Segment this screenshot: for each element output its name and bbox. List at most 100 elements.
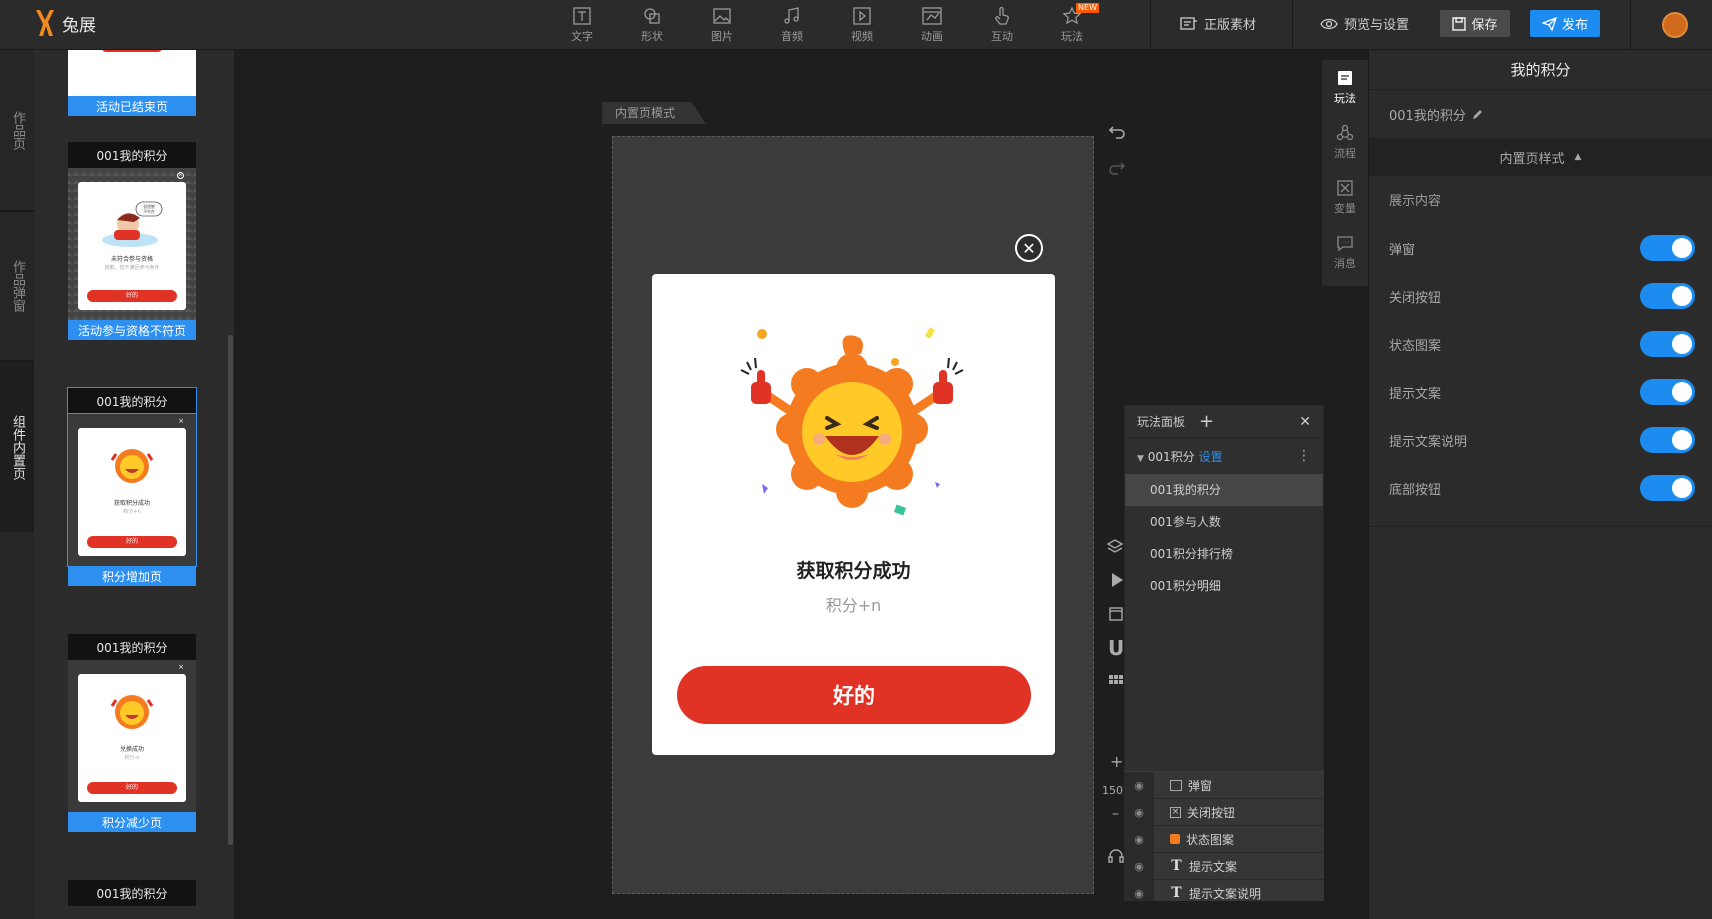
- mode-tab[interactable]: 内置页模式: [602, 102, 706, 124]
- play-icon[interactable]: [1110, 572, 1124, 588]
- close-icon: ×: [178, 417, 184, 425]
- thumbnail-label: 积分增加页: [68, 566, 196, 586]
- toggle-row: 提示文案说明: [1369, 416, 1712, 464]
- tool-play[interactable]: NEW 玩法: [1047, 3, 1099, 44]
- user-avatar[interactable]: [1662, 12, 1688, 38]
- toggle-row: 提示文案: [1369, 368, 1712, 416]
- thumbnail-item-selected[interactable]: 001我的积分 获取积分成功 积分+n 好的 × 积分增加页: [67, 387, 197, 586]
- play-item[interactable]: 001积分明细: [1125, 570, 1323, 602]
- publish-button[interactable]: 发布: [1530, 10, 1600, 37]
- caret-up-icon: ▲: [1574, 152, 1582, 162]
- thumbnail-item[interactable]: 活动已结束页: [68, 50, 196, 116]
- thumbnail-item[interactable]: 001我的积分: [68, 880, 196, 906]
- layer-name: 提示文案: [1189, 859, 1238, 874]
- close-icon[interactable]: ✕: [1299, 414, 1311, 430]
- popup-toggle[interactable]: [1640, 235, 1695, 261]
- eye-icon[interactable]: ◉: [1124, 806, 1154, 819]
- layer-row[interactable]: ◉ 状态图案: [1124, 826, 1324, 853]
- floppy-icon: [1452, 16, 1467, 31]
- licensed-assets-link[interactable]: 正版素材: [1180, 14, 1256, 33]
- bottom-button-toggle[interactable]: [1640, 475, 1695, 501]
- tool-shape[interactable]: 形状: [627, 4, 677, 44]
- zoom-in-icon[interactable]: +: [1110, 752, 1123, 771]
- tool-image[interactable]: 图片: [697, 4, 747, 44]
- eye-icon[interactable]: ◉: [1124, 833, 1154, 846]
- grid-icon[interactable]: [1108, 674, 1124, 690]
- tool-label: 玩法: [1061, 30, 1083, 43]
- thumbnail-card: 获取积分成功 积分+n 好的: [78, 428, 186, 556]
- play-item[interactable]: 001参与人数: [1125, 506, 1323, 538]
- frame-icon[interactable]: [1108, 606, 1124, 622]
- save-button[interactable]: 保存: [1440, 10, 1510, 37]
- layer-row[interactable]: ◉ × 关闭按钮: [1124, 799, 1324, 826]
- redo-icon[interactable]: [1108, 160, 1126, 176]
- tool-animation[interactable]: 动画: [907, 4, 957, 44]
- tab-works-popups[interactable]: 作品弹窗: [0, 212, 34, 360]
- thumbnail-scrollbar[interactable]: [228, 335, 233, 845]
- tool-video[interactable]: 视频: [837, 4, 887, 44]
- section-label: 展示内容: [1389, 194, 1442, 209]
- component-name[interactable]: 001我的积分: [1369, 90, 1712, 138]
- close-button-toggle[interactable]: [1640, 283, 1695, 309]
- text-layer-icon: T: [1171, 885, 1182, 901]
- eye-icon[interactable]: ◉: [1124, 779, 1154, 792]
- popup-modal[interactable]: 获取积分成功 积分+n 好的: [652, 274, 1055, 755]
- pencil-icon[interactable]: [1472, 108, 1484, 120]
- caret-down-icon: ▼: [1137, 453, 1144, 464]
- layer-row[interactable]: ◉ T 提示文案: [1124, 853, 1324, 880]
- play-item[interactable]: 001积分排行榜: [1125, 538, 1323, 570]
- play-item[interactable]: 001我的积分: [1125, 474, 1323, 506]
- undo-icon[interactable]: [1108, 124, 1126, 140]
- hint-text-toggle[interactable]: [1640, 379, 1695, 405]
- headset-icon[interactable]: [1108, 848, 1124, 864]
- eye-icon[interactable]: ◉: [1124, 860, 1154, 873]
- flow-icon: [1336, 124, 1354, 141]
- preview-settings-link[interactable]: 预览与设置: [1320, 14, 1409, 33]
- thumbnail-card-text: 兑换成功: [119, 746, 144, 753]
- modal-title: 获取积分成功: [796, 560, 911, 582]
- status-pattern-toggle[interactable]: [1640, 331, 1695, 357]
- tool-audio[interactable]: 音频: [767, 4, 817, 44]
- thumbnail-title: 001我的积分: [68, 634, 196, 660]
- image-layer-icon: [1170, 834, 1180, 844]
- new-badge: NEW: [1076, 3, 1099, 13]
- image-icon: [713, 8, 731, 24]
- more-vertical-icon[interactable]: ⋮: [1297, 448, 1311, 464]
- side-tab-variable[interactable]: 变量: [1322, 170, 1368, 225]
- popup-close-button[interactable]: ✕: [1015, 234, 1043, 262]
- licensed-assets-label: 正版素材: [1204, 18, 1257, 33]
- tool-label: 形状: [641, 30, 663, 43]
- thumb-button: [102, 50, 162, 52]
- tab-component-pages[interactable]: 组件内置页: [0, 362, 34, 532]
- tool-interact[interactable]: 互动: [977, 4, 1027, 44]
- underline-icon[interactable]: U: [1108, 636, 1124, 660]
- thumbnail-item[interactable]: 001我的积分 很遗憾 不符合 未符合参与资格 抱歉，您不满足参与条件 好的 ×…: [68, 142, 196, 340]
- close-icon: ×: [177, 172, 184, 179]
- play-group-settings-link[interactable]: 设置: [1199, 450, 1223, 464]
- thumbnail-card-button: 好的: [87, 782, 177, 794]
- zoom-out-icon[interactable]: –: [1112, 806, 1119, 822]
- layer-row[interactable]: ◉ T 提示文案说明: [1124, 880, 1324, 901]
- layer-row[interactable]: ◉ 弹窗: [1124, 772, 1324, 799]
- play-group[interactable]: ▼ 001积分 设置 ⋮: [1125, 438, 1323, 474]
- tab-works-pages[interactable]: 作品页: [0, 50, 34, 210]
- layers-icon[interactable]: [1106, 538, 1124, 556]
- thumbnail-card-text: 未符合参与资格: [110, 256, 153, 263]
- toggle-row: 状态图案: [1369, 320, 1712, 368]
- eye-icon[interactable]: ◉: [1124, 887, 1154, 900]
- side-tab-play[interactable]: 玩法: [1322, 60, 1368, 115]
- close-icon: ✕: [1022, 238, 1036, 258]
- modal-ok-button[interactable]: 好的: [677, 666, 1031, 724]
- play-panel-title: 玩法面板: [1137, 415, 1186, 429]
- tool-text[interactable]: 文字: [557, 4, 607, 44]
- layer-name: 关闭按钮: [1187, 805, 1236, 820]
- thumbnail-card-text: 获取积分成功: [113, 500, 150, 507]
- side-tab-message[interactable]: 消息: [1322, 225, 1368, 280]
- app-logo[interactable]: 兔展: [32, 8, 96, 38]
- side-tab-flow[interactable]: 流程: [1322, 115, 1368, 170]
- music-icon: [784, 7, 799, 24]
- hint-desc-toggle[interactable]: [1640, 427, 1695, 453]
- style-section-toggle[interactable]: 内置页样式 ▲: [1369, 138, 1712, 176]
- thumbnail-item[interactable]: 001我的积分 兑换成功 积分-n 好的 × 积分减少页: [68, 634, 196, 832]
- add-icon[interactable]: +: [1199, 411, 1214, 432]
